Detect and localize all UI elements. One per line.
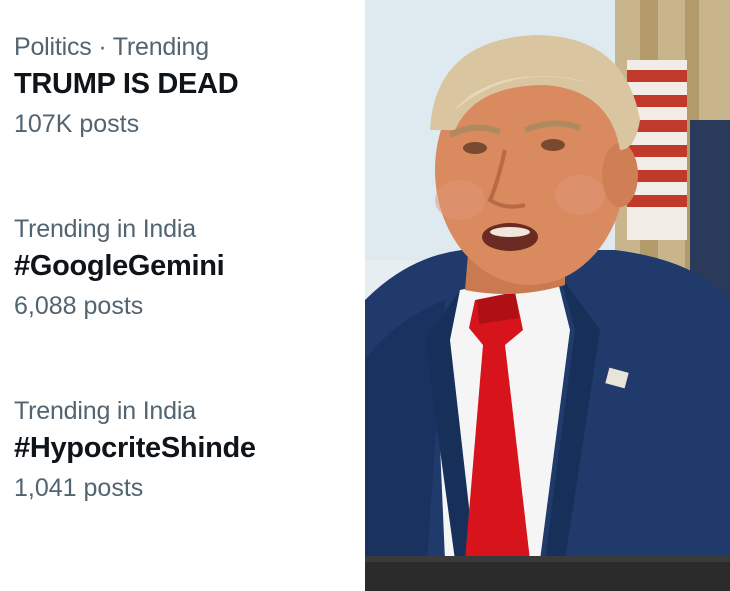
trending-list: Politics · Trending TRUMP IS DEAD 107K p…	[0, 0, 365, 591]
portrait-illustration	[365, 0, 730, 591]
trend-item-hypocriteshinde[interactable]: Trending in India #HypocriteShinde 1,041…	[14, 394, 365, 576]
trend-name[interactable]: #GoogleGemini	[14, 246, 365, 286]
trend-context: Trending in India	[14, 215, 196, 243]
screenshot-frame: Politics · Trending TRUMP IS DEAD 107K p…	[0, 0, 730, 591]
trend-name[interactable]: TRUMP IS DEAD	[14, 64, 365, 104]
desk	[365, 560, 730, 591]
trend-item-trump[interactable]: Politics · Trending TRUMP IS DEAD 107K p…	[14, 30, 365, 212]
trend-post-count: 107K posts	[14, 110, 140, 138]
trend-context: Trending in India	[14, 397, 196, 425]
trend-context: Politics · Trending	[14, 33, 209, 61]
trend-post-count: 1,041 posts	[14, 474, 144, 502]
trend-name[interactable]: #HypocriteShinde	[14, 428, 365, 468]
flag	[627, 60, 687, 240]
right-eye	[541, 139, 565, 151]
trend-post-count: 6,088 posts	[14, 292, 144, 320]
news-photo	[365, 0, 730, 591]
trend-item-googlegemini[interactable]: Trending in India #GoogleGemini 6,088 po…	[14, 212, 365, 394]
left-eye	[463, 142, 487, 154]
